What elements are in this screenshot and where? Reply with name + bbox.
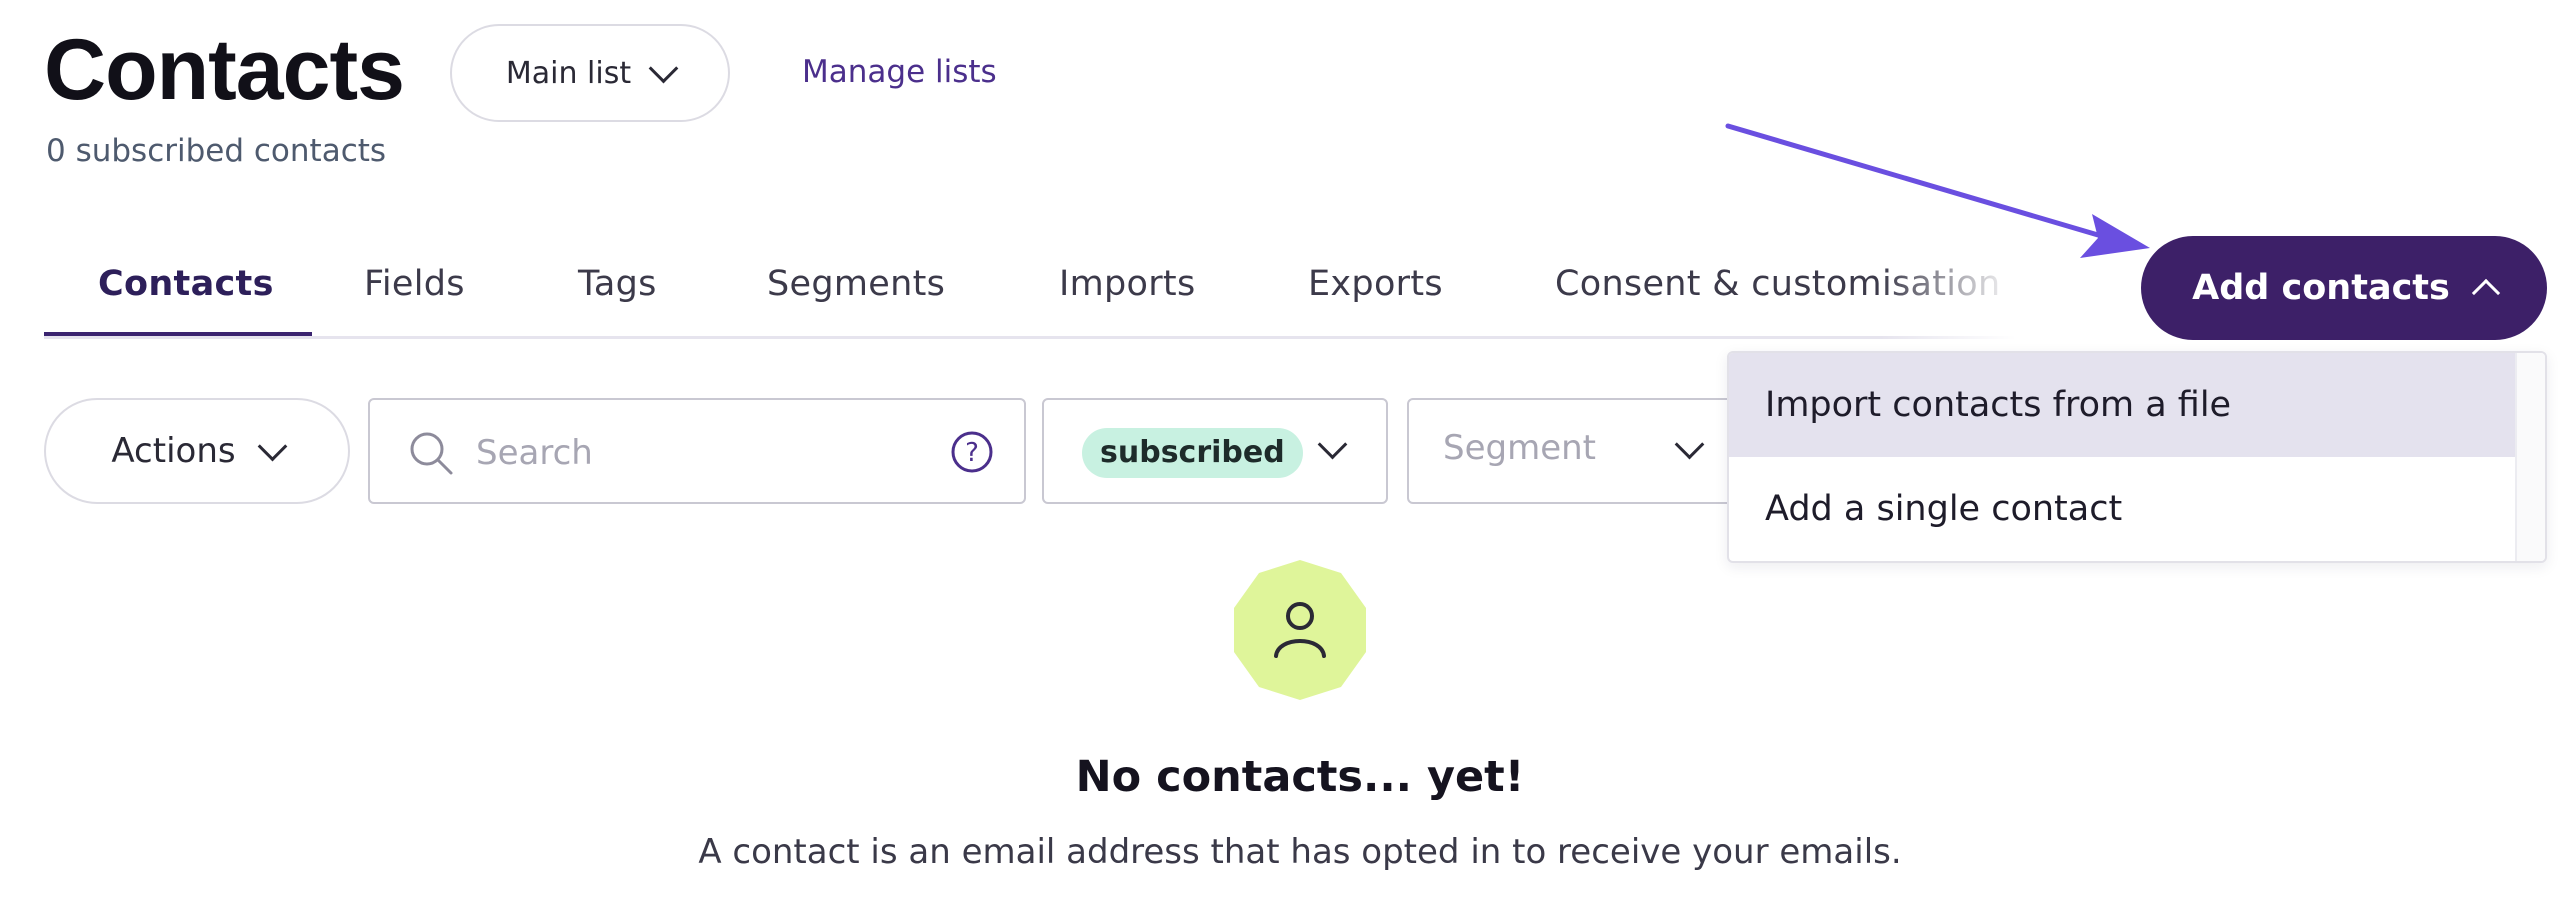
manage-lists-link[interactable]: Manage lists xyxy=(802,54,997,90)
chevron-down-icon xyxy=(648,53,679,83)
chevron-down-icon xyxy=(257,431,287,461)
actions-label: Actions xyxy=(111,431,236,471)
svg-text:?: ? xyxy=(965,438,979,468)
chevron-down-icon xyxy=(1674,429,1705,460)
empty-state-title: No contacts... yet! xyxy=(1075,752,1525,802)
tab-tags[interactable]: Tags xyxy=(578,264,657,304)
menu-scrollbar[interactable] xyxy=(2515,353,2545,561)
empty-state-description: A contact is an email address that has o… xyxy=(698,832,1902,872)
user-icon xyxy=(1234,560,1366,700)
active-tab-indicator xyxy=(44,332,312,336)
list-selector-label: Main list xyxy=(505,55,632,91)
tab-imports[interactable]: Imports xyxy=(1059,264,1196,304)
menu-item-add-single-contact[interactable]: Add a single contact xyxy=(1729,457,2517,561)
actions-button[interactable]: Actions xyxy=(44,398,350,504)
add-contacts-menu: Import contacts from a file Add a single… xyxy=(1727,351,2547,563)
page-title: Contacts xyxy=(44,22,405,118)
segment-filter-select[interactable]: Segment xyxy=(1407,398,1737,504)
add-contacts-label: Add contacts xyxy=(2192,268,2450,308)
chevron-down-icon xyxy=(1317,429,1348,460)
add-contacts-button[interactable]: Add contacts xyxy=(2141,236,2547,340)
subscribed-count: 0 subscribed contacts xyxy=(46,133,387,169)
search-icon xyxy=(410,432,453,475)
annotation-arrow xyxy=(1725,123,2150,258)
status-badge: subscribed xyxy=(1082,428,1303,478)
tab-fields[interactable]: Fields xyxy=(364,264,465,304)
tab-exports[interactable]: Exports xyxy=(1308,264,1443,304)
tab-contacts[interactable]: Contacts xyxy=(98,264,274,304)
search-box: ? xyxy=(368,398,1026,504)
segment-placeholder: Segment xyxy=(1443,428,1596,468)
chevron-up-icon xyxy=(2471,278,2501,308)
tab-segments[interactable]: Segments xyxy=(767,264,945,304)
list-selector[interactable]: Main list xyxy=(450,24,730,122)
status-filter-select[interactable]: subscribed xyxy=(1042,398,1388,504)
menu-item-import-from-file[interactable]: Import contacts from a file xyxy=(1729,353,2517,457)
search-input[interactable] xyxy=(474,422,898,484)
help-icon[interactable]: ? xyxy=(950,430,994,474)
